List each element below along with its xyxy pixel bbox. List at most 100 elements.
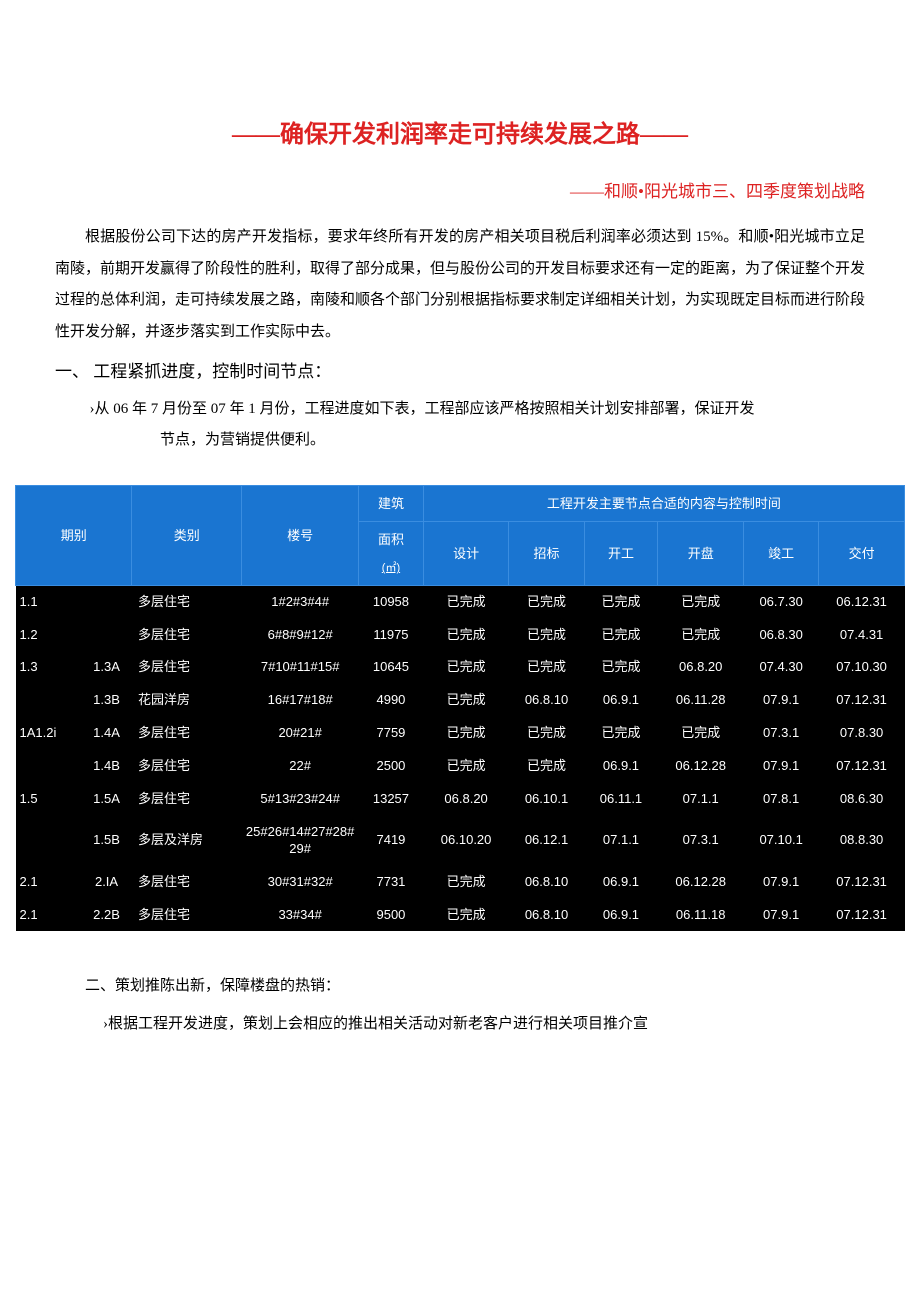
table-cell	[16, 816, 82, 866]
table-cell: 06.12.1	[509, 816, 584, 866]
col-area-unit: (㎡)	[382, 562, 400, 574]
table-cell: 7#10#11#15#	[242, 651, 359, 684]
table-cell: 7731	[359, 866, 424, 899]
table-row: 1.3B花园洋房16#17#18#4990已完成06.8.1006.9.106.…	[16, 684, 905, 717]
table-cell: 07.1.1	[584, 816, 658, 866]
table-cell: 07.9.1	[744, 684, 819, 717]
col-period: 期别	[16, 485, 132, 585]
table-cell: 多层住宅	[132, 619, 242, 652]
table-cell: 4990	[359, 684, 424, 717]
table-cell: 已完成	[584, 619, 658, 652]
col-group-milestones: 工程开发主要节点合适的内容与控制时间	[423, 485, 904, 521]
table-cell: 多层住宅	[132, 899, 242, 932]
table-cell: 2500	[359, 750, 424, 783]
table-cell: 07.4.30	[744, 651, 819, 684]
table-cell: 1.3B	[81, 684, 132, 717]
col-bid: 招标	[509, 522, 584, 586]
table-cell: 已完成	[509, 717, 584, 750]
table-cell: 7419	[359, 816, 424, 866]
table-cell: 已完成	[423, 750, 509, 783]
table-cell: 06.10.20	[423, 816, 509, 866]
table-cell: 5#13#23#24#	[242, 783, 359, 816]
table-cell: 06.11.28	[658, 684, 744, 717]
table-cell: 1.5	[16, 783, 82, 816]
table-cell: 07.12.31	[819, 750, 905, 783]
col-type: 类别	[132, 485, 242, 585]
table-cell: 已完成	[423, 651, 509, 684]
table-cell: 2.2B	[81, 899, 132, 932]
table-cell: 16#17#18#	[242, 684, 359, 717]
table-cell: 06.12.31	[819, 585, 905, 618]
table-cell: 已完成	[423, 899, 509, 932]
table-cell: 1A1.2i	[16, 717, 82, 750]
table-cell: 06.8.10	[509, 899, 584, 932]
table-cell: 07.12.31	[819, 899, 905, 932]
table-cell: 1.2	[16, 619, 82, 652]
table-cell: 多层住宅	[132, 585, 242, 618]
table-cell: 已完成	[509, 619, 584, 652]
table-cell: 07.9.1	[744, 866, 819, 899]
table-cell	[16, 750, 82, 783]
table-cell: 08.8.30	[819, 816, 905, 866]
table-row: 1.51.5A多层住宅5#13#23#24#1325706.8.2006.10.…	[16, 783, 905, 816]
table-cell	[81, 619, 132, 652]
table-cell: 1#2#3#4#	[242, 585, 359, 618]
table-cell: 10958	[359, 585, 424, 618]
table-cell: 06.9.1	[584, 899, 658, 932]
table-cell: 已完成	[423, 585, 509, 618]
table-cell	[81, 585, 132, 618]
section-1-bullet: ›从 06 年 7 月份至 07 年 1 月份，工程进度如下表，工程部应该严格按…	[55, 394, 865, 426]
col-open: 开盘	[658, 522, 744, 586]
table-header: 期别 类别 楼号 建筑 工程开发主要节点合适的内容与控制时间 面积 (㎡) 设计…	[16, 485, 905, 585]
table-cell: 已完成	[658, 619, 744, 652]
table-cell: 07.8.1	[744, 783, 819, 816]
table-cell: 9500	[359, 899, 424, 932]
table-cell: 已完成	[423, 866, 509, 899]
col-start: 开工	[584, 522, 658, 586]
table-cell: 06.12.28	[658, 866, 744, 899]
table-cell: 07.12.31	[819, 866, 905, 899]
table-cell: 06.8.20	[658, 651, 744, 684]
section-1-bullet-cont: 节点，为营销提供便利。	[55, 425, 865, 457]
table-cell: 已完成	[423, 684, 509, 717]
table-cell: 06.8.30	[744, 619, 819, 652]
table-cell: 07.1.1	[658, 783, 744, 816]
table-cell: 多层住宅	[132, 866, 242, 899]
table-cell: 多层住宅	[132, 783, 242, 816]
table-cell: 33#34#	[242, 899, 359, 932]
col-area-label: 面积	[378, 532, 404, 547]
table-cell: 已完成	[584, 651, 658, 684]
table-row: 1.5B多层及洋房25#26#14#27#28#29#741906.10.200…	[16, 816, 905, 866]
table-row: 1.31.3A多层住宅7#10#11#15#10645已完成已完成已完成06.8…	[16, 651, 905, 684]
table-cell: 30#31#32#	[242, 866, 359, 899]
table-cell: 已完成	[509, 585, 584, 618]
table-cell: 07.8.30	[819, 717, 905, 750]
table-cell: 1.3A	[81, 651, 132, 684]
table-cell: 多层及洋房	[132, 816, 242, 866]
table-cell: 06.11.1	[584, 783, 658, 816]
col-deliver: 交付	[819, 522, 905, 586]
table-cell: 已完成	[509, 750, 584, 783]
table-cell: 7759	[359, 717, 424, 750]
section-1-heading: 一、 工程紧抓进度，控制时间节点：	[55, 354, 865, 390]
table-cell: 1.3	[16, 651, 82, 684]
table-row: 1.4B多层住宅22#2500已完成已完成06.9.106.12.2807.9.…	[16, 750, 905, 783]
col-design: 设计	[423, 522, 509, 586]
section-2-heading: 二、策划推陈出新，保障楼盘的热销：	[85, 971, 865, 1003]
table-cell: 10645	[359, 651, 424, 684]
table-cell: 2.1	[16, 866, 82, 899]
col-finish: 竣工	[744, 522, 819, 586]
table-cell: 1.5A	[81, 783, 132, 816]
document-subtitle: ——和顺•阳光城市三、四季度策划战略	[55, 174, 865, 210]
table-cell: 2.1	[16, 899, 82, 932]
table-cell: 多层住宅	[132, 750, 242, 783]
table-cell: 22#	[242, 750, 359, 783]
col-area-top: 建筑	[359, 485, 424, 521]
table-cell: 2.IA	[81, 866, 132, 899]
table-cell	[16, 684, 82, 717]
table-cell: 13257	[359, 783, 424, 816]
table-cell: 20#21#	[242, 717, 359, 750]
table-cell: 已完成	[509, 651, 584, 684]
table-cell: 07.12.31	[819, 684, 905, 717]
table-row: 1.2多层住宅6#8#9#12#11975已完成已完成已完成已完成06.8.30…	[16, 619, 905, 652]
